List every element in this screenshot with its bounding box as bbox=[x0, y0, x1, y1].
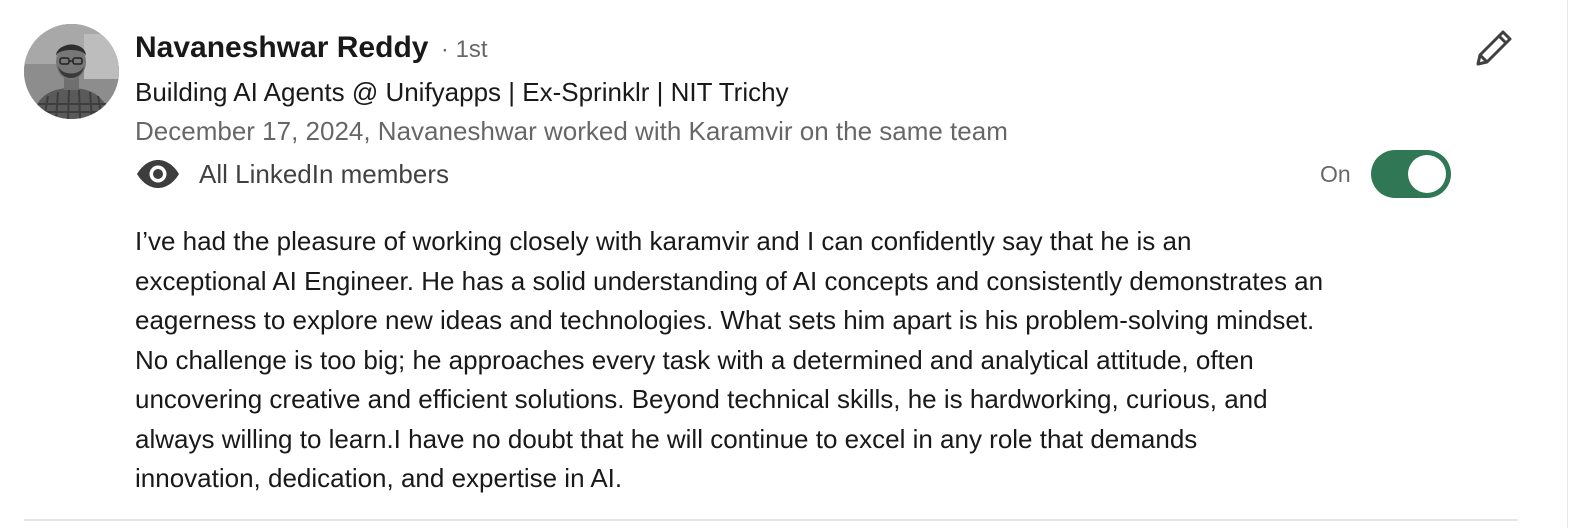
recommendation-text-line: innovation, dedication, and expertise in… bbox=[135, 463, 623, 493]
recommendation-text-line: uncovering creative and efficient soluti… bbox=[135, 384, 1268, 414]
recommendation-text-line: I’ve had the pleasure of working closely… bbox=[135, 226, 1192, 256]
toggle-knob bbox=[1407, 155, 1446, 193]
recommendation-text-line: eagerness to explore new ideas and techn… bbox=[135, 305, 1315, 335]
visibility-label: All LinkedIn members bbox=[199, 158, 449, 189]
author-name[interactable]: Navaneshwar Reddy bbox=[135, 31, 428, 64]
divider bbox=[24, 519, 1518, 521]
recommendation-text-line: exceptional AI Engineer. He has a solid … bbox=[135, 265, 1324, 296]
recommendation-card: Navaneshwar Reddy · 1st Building AI Agen… bbox=[0, 0, 1586, 528]
toggle-state-label: On bbox=[1320, 160, 1351, 187]
panel-edge bbox=[1567, 0, 1586, 528]
pencil-icon bbox=[1470, 30, 1518, 76]
visibility-setting: All LinkedIn members bbox=[135, 156, 449, 192]
eye-icon bbox=[135, 156, 181, 192]
edit-button[interactable] bbox=[1470, 24, 1518, 72]
recommendation-text-line: always willing to learn.I have no doubt … bbox=[135, 423, 1198, 454]
author-headline: Building AI Agents @ Unifyapps | Ex-Spri… bbox=[135, 77, 789, 107]
avatar-photo bbox=[24, 24, 119, 119]
recommendation-text-line: No challenge is too big; he approaches e… bbox=[135, 344, 1254, 375]
visibility-toggle-group: On bbox=[1320, 150, 1451, 198]
connection-degree: · 1st bbox=[440, 36, 488, 63]
recommendation-text: I’ve had the pleasure of working closely… bbox=[135, 222, 1465, 499]
author-name-row: Navaneshwar Reddy · 1st bbox=[135, 30, 488, 71]
recommendation-meta: December 17, 2024, Navaneshwar worked wi… bbox=[135, 116, 1008, 146]
avatar[interactable] bbox=[24, 24, 119, 119]
visibility-toggle[interactable] bbox=[1370, 150, 1451, 198]
